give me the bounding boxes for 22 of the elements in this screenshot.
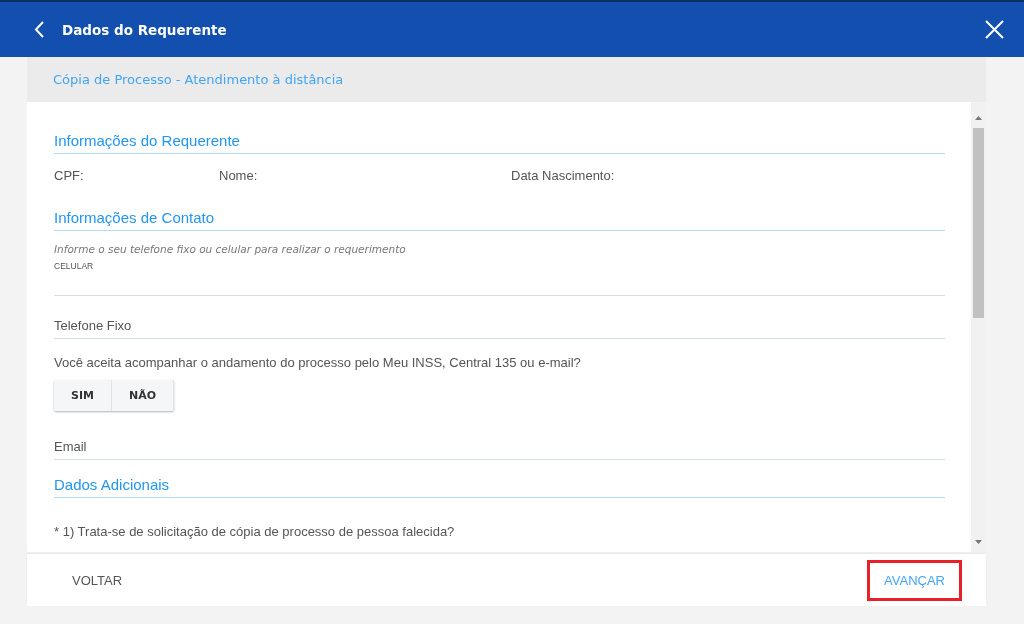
scroll-down-icon[interactable] (975, 540, 982, 544)
section-heading: Informações de Contato (54, 209, 945, 231)
back-button[interactable]: VOLTAR (55, 559, 140, 601)
info-label: CPF: (54, 168, 85, 183)
info-label: Data Nascimento: (511, 168, 616, 183)
scroll-up-icon[interactable] (975, 116, 982, 120)
toggle-option[interactable]: SIM (54, 380, 112, 411)
section-heading: Informações do Requerente (54, 132, 945, 154)
hint-text: Informe o seu telefone fixo ou celular para realizar o requerimento (54, 243, 407, 255)
scrollbar[interactable] (971, 102, 986, 552)
header-title: Dados do Requerente (62, 21, 228, 38)
question-text: Você aceita acompanhar o andamento do processo pelo Meu INSS, Central 135 ou e-mail? (54, 355, 582, 370)
input-field[interactable]: Email (54, 425, 945, 460)
toggle-option[interactable]: NÃO (111, 380, 175, 411)
info-label: Nome: (219, 168, 259, 183)
input-field[interactable]: CELULAR (54, 255, 945, 296)
close-icon[interactable] (985, 20, 1004, 39)
subtitle: Cópia de Processo - Atendimento à distância (53, 72, 344, 87)
section-heading: Dados Adicionais (54, 476, 945, 498)
question-text: * 1) Trata-se de solicitação de cópia de processo de pessoa falecida? (54, 524, 456, 539)
input-field[interactable]: Telefone Fixo (54, 304, 945, 339)
back-icon[interactable] (34, 21, 44, 38)
